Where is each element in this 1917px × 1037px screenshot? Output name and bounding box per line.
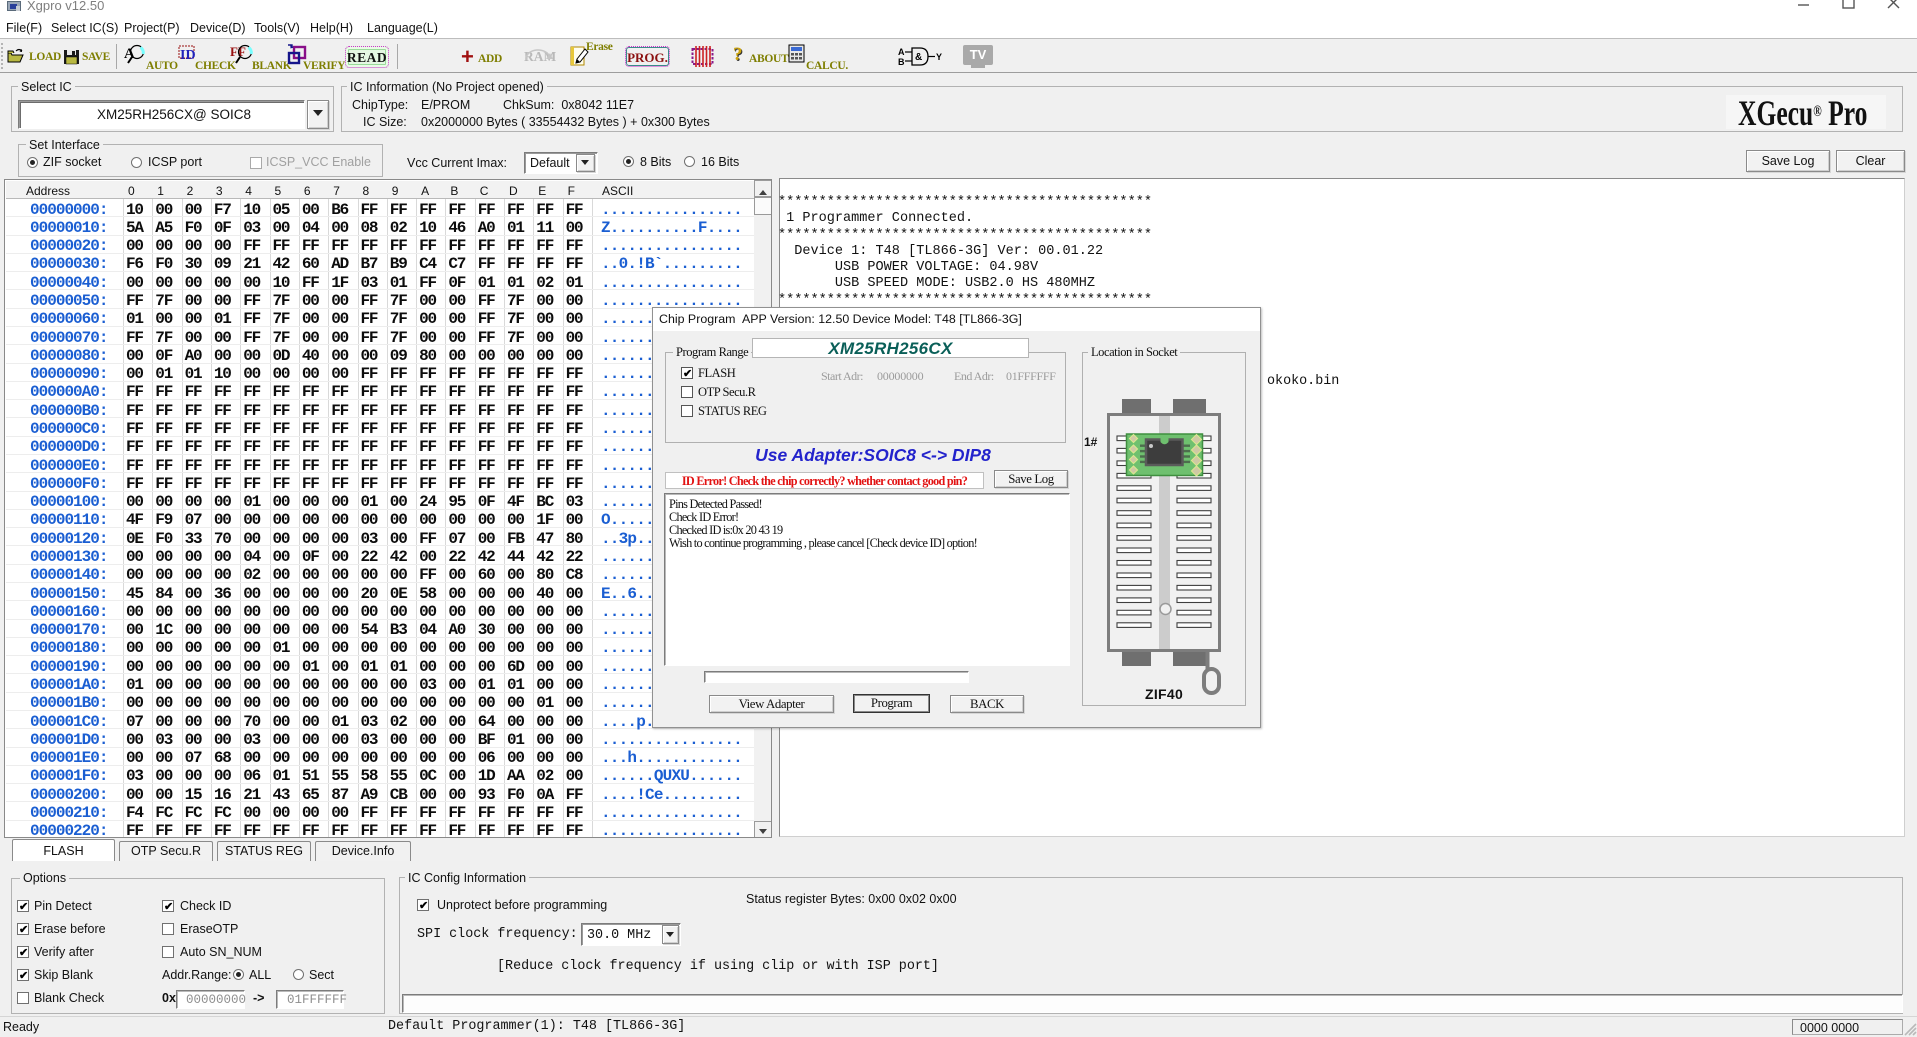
svg-text:&: &	[915, 52, 922, 63]
svg-text:A: A	[898, 47, 905, 57]
svg-text:Y: Y	[936, 52, 942, 62]
svg-text:ID: ID	[180, 48, 196, 63]
svg-text:B: B	[898, 57, 905, 67]
